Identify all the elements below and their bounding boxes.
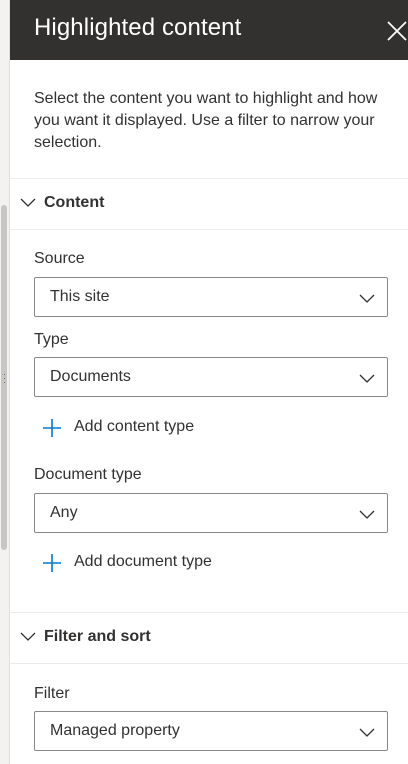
document-type-label: Document type	[34, 466, 142, 483]
chevron-down-icon	[359, 510, 375, 519]
type-dropdown[interactable]: Documents	[34, 357, 388, 397]
filter-dropdown[interactable]: Managed property	[34, 711, 388, 751]
chevron-down-icon	[359, 294, 375, 303]
chevron-down-icon	[20, 632, 36, 641]
panel-description: Select the content you want to highlight…	[34, 90, 378, 151]
section-label-filter-sort: Filter and sort	[44, 628, 151, 645]
section-header-filter-sort[interactable]: Filter and sort	[10, 612, 408, 664]
underlying-page-edge: · · ·	[0, 0, 10, 764]
chevron-down-icon	[20, 198, 36, 207]
panel-header: Highlighted content	[10, 0, 408, 60]
plus-icon	[43, 554, 61, 572]
close-button[interactable]	[382, 14, 408, 44]
add-content-type-label: Add content type	[74, 418, 195, 435]
page: · · · Highlighted content Select the conte…	[0, 0, 408, 764]
section-label-content: Content	[44, 194, 105, 211]
panel-title: Highlighted content	[34, 14, 242, 41]
add-document-type-label: Add document type	[74, 553, 212, 570]
property-pane: Highlighted content Select the content y…	[10, 0, 408, 764]
chevron-down-icon	[359, 728, 375, 737]
plus-icon	[43, 419, 61, 437]
type-label: Type	[34, 331, 69, 348]
filter-label: Filter	[34, 685, 70, 702]
close-icon	[387, 21, 407, 41]
source-dropdown[interactable]: This site	[34, 277, 388, 317]
document-type-value: Any	[50, 504, 78, 521]
document-type-dropdown[interactable]: Any	[34, 493, 388, 533]
section-header-content[interactable]: Content	[10, 178, 408, 230]
chevron-down-icon	[359, 374, 375, 383]
source-value: This site	[50, 288, 110, 305]
filter-value: Managed property	[50, 722, 180, 739]
type-value: Documents	[50, 368, 131, 385]
source-label: Source	[34, 250, 85, 267]
resize-grip-icon[interactable]: · · ·	[0, 370, 9, 387]
